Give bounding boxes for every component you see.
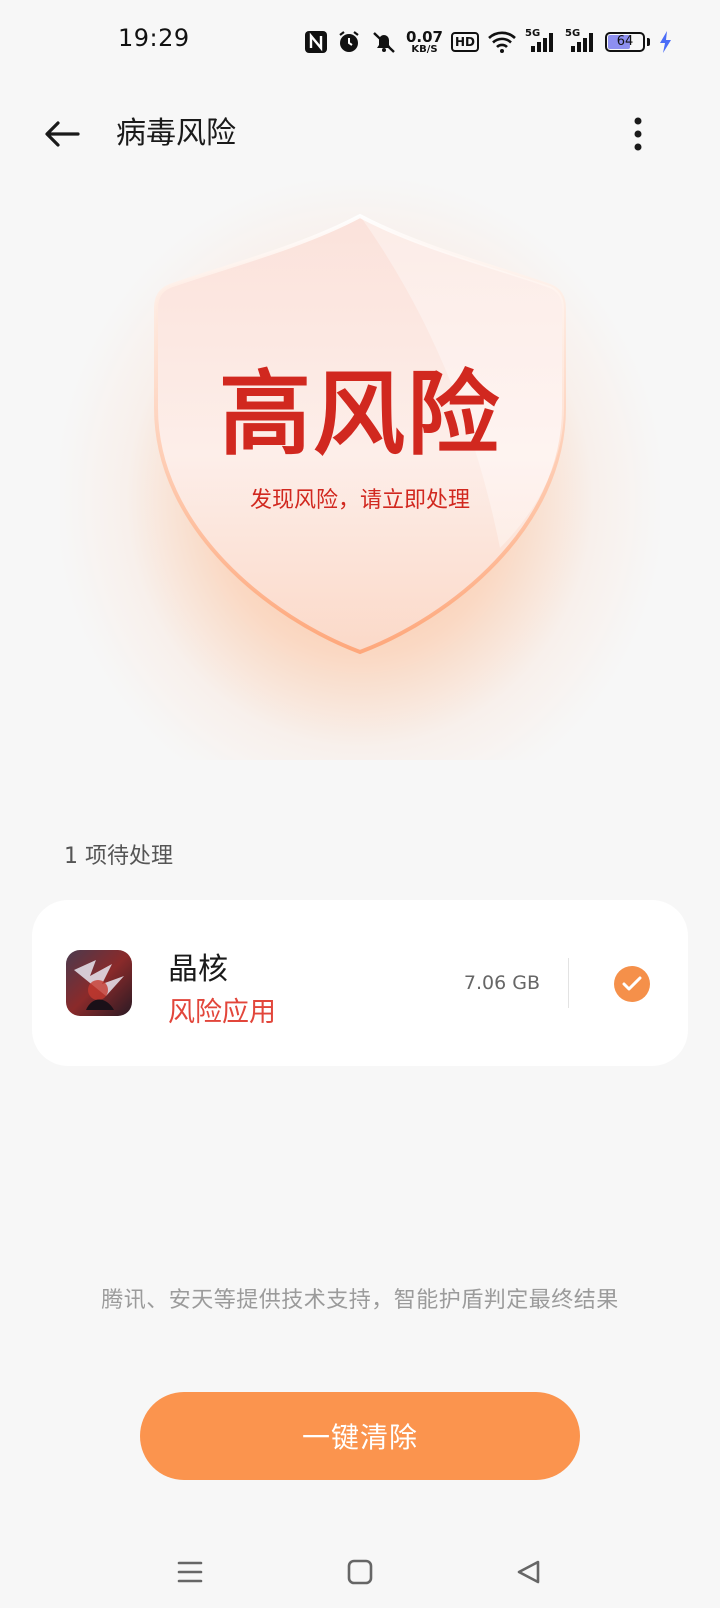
app-bar: 病毒风险 <box>0 96 720 172</box>
status-time: 19:29 <box>118 24 190 52</box>
hd-badge: HD <box>450 32 479 52</box>
battery-level: 64 <box>616 34 634 49</box>
nfc-icon <box>304 30 328 54</box>
one-click-clean-button[interactable]: 一键清除 <box>140 1392 580 1480</box>
battery-icon: 64 <box>605 32 645 52</box>
back-icon <box>517 1560 540 1584</box>
signal-icon: 5G <box>525 28 557 54</box>
risk-subtitle: 发现风险，请立即处理 <box>249 488 470 513</box>
system-nav-bar <box>0 1540 720 1600</box>
risk-hero: 高风险 发现风险，请立即处理 <box>0 170 720 770</box>
screen: 19:29 0.07 KB/S HD 5G 5G 64 病毒风险 高风险 发现风… <box>0 0 720 1608</box>
back-arrow-icon <box>45 121 80 147</box>
tech-support-note: 腾讯、安天等提供技术支持，智能护盾判定最终结果 <box>101 1288 619 1313</box>
app-size: 7.06 GB <box>463 972 540 994</box>
risk-level-text: 高风险 <box>218 360 501 468</box>
home-icon <box>347 1559 373 1585</box>
net-speed-unit: KB/S <box>411 43 438 55</box>
mute-icon <box>370 29 398 55</box>
more-options-button[interactable] <box>616 112 660 156</box>
signal2-label: 5G <box>565 28 581 39</box>
alarm-icon <box>336 29 362 55</box>
status-icons: 0.07 KB/S HD 5G 5G 64 <box>304 26 672 58</box>
more-vertical-icon <box>634 117 642 151</box>
page-title: 病毒风险 <box>116 116 236 151</box>
app-risk-status: 风险应用 <box>168 997 276 1028</box>
status-bar: 19:29 0.07 KB/S HD 5G 5G 64 <box>0 0 720 84</box>
menu-icon <box>177 1561 203 1583</box>
nav-back-button[interactable] <box>508 1552 548 1592</box>
wifi-icon <box>487 30 517 54</box>
back-button[interactable] <box>40 112 84 156</box>
check-icon <box>622 976 642 991</box>
pending-count-label: 1 项待处理 <box>64 844 173 869</box>
risk-app-card[interactable]: 晶核 风险应用 7.06 GB <box>32 900 688 1066</box>
net-speed-value: 0.07 <box>405 27 443 46</box>
select-checkbox[interactable] <box>614 966 650 1002</box>
recent-apps-button[interactable] <box>170 1552 210 1592</box>
app-name: 晶核 <box>168 952 228 987</box>
app-icon <box>66 950 132 1016</box>
battery-cap <box>647 38 650 46</box>
net-speed: 0.07 KB/S <box>405 27 443 55</box>
charging-icon <box>658 30 672 54</box>
signal1-label: 5G <box>525 28 541 39</box>
home-button[interactable] <box>340 1552 380 1592</box>
signal-icon-2: 5G <box>565 28 597 54</box>
card-divider <box>568 958 569 1008</box>
